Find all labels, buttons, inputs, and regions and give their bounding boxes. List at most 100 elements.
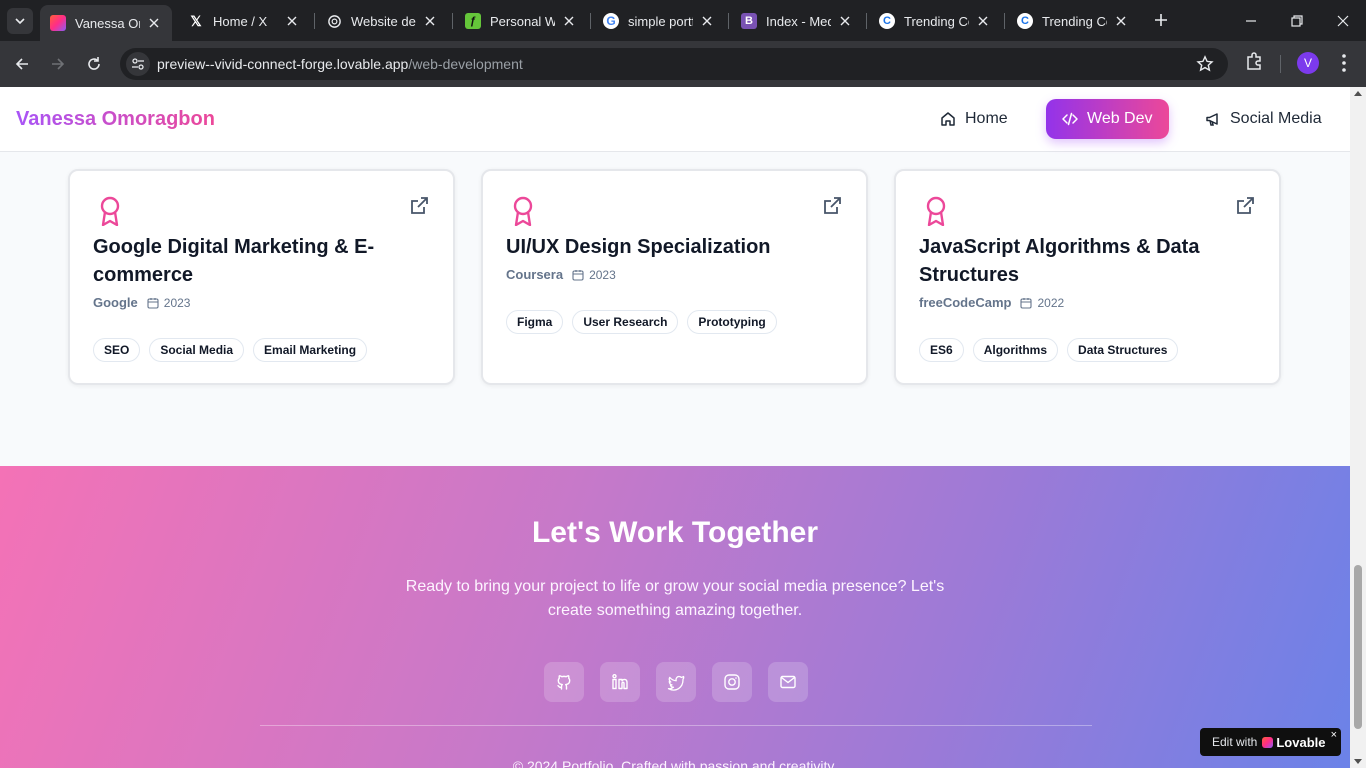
extensions-button[interactable]	[1244, 51, 1264, 76]
badge-close-icon[interactable]: ×	[1331, 729, 1337, 741]
nav-home[interactable]: Home	[924, 99, 1024, 139]
google-g-logo-icon: G	[603, 13, 619, 29]
puzzle-icon	[1247, 52, 1261, 70]
site-info-button[interactable]	[126, 52, 150, 76]
nav-social-media[interactable]: Social Media	[1189, 99, 1338, 139]
tab-divider	[728, 13, 729, 29]
tune-icon	[132, 58, 144, 70]
skill-tag: Figma	[506, 310, 564, 334]
tab-title: Vanessa Omo	[75, 15, 140, 31]
plus-icon	[1155, 14, 1167, 26]
certification-title: JavaScript Algorithms & Data Structures	[919, 236, 1200, 286]
home-icon	[941, 112, 955, 126]
twitter-link[interactable]	[656, 662, 696, 702]
badge-prefix: Edit with	[1212, 735, 1258, 749]
browser-tab[interactable]: C Trending Col	[1007, 5, 1139, 37]
tab-search-button[interactable]	[7, 8, 33, 34]
skill-tag: Social Media	[149, 338, 245, 362]
profile-avatar[interactable]: V	[1297, 52, 1319, 74]
certification-card: JavaScript Algorithms & Data Structures …	[894, 169, 1281, 385]
certification-title: UI/UX Design Specialization	[506, 236, 771, 258]
browser-tab[interactable]: C Trending Col	[869, 5, 1001, 37]
close-tab-icon[interactable]	[146, 15, 162, 31]
skill-tag: SEO	[93, 338, 141, 362]
skill-tag: Algorithms	[972, 338, 1059, 362]
external-link-icon[interactable]	[822, 196, 842, 221]
certification-meta: Google 2023	[93, 295, 190, 310]
twitter-icon	[667, 675, 685, 691]
nav-web-dev[interactable]: Web Dev	[1046, 99, 1169, 139]
tab-divider	[314, 13, 315, 29]
browser-tab[interactable]: ƒ Personal We	[455, 5, 587, 37]
openai-logo-icon	[326, 13, 342, 29]
nav-label: Web Dev	[1087, 110, 1153, 127]
forward-button[interactable]	[45, 51, 71, 77]
minimize-icon	[1246, 20, 1256, 22]
close-tab-icon[interactable]	[699, 13, 715, 29]
browser-tab[interactable]: B Index - Medi	[731, 5, 863, 37]
instagram-link[interactable]	[712, 662, 752, 702]
url-text: preview--vivid-connect-forge.lovable.app…	[157, 56, 523, 72]
site-header: Vanessa Omoragbon Home Web Dev Social Me…	[0, 87, 1350, 152]
restore-icon	[1291, 15, 1303, 27]
certification-card: UI/UX Design Specialization Coursera 202…	[481, 169, 868, 385]
browser-tab[interactable]: Vanessa Omo	[40, 5, 172, 41]
close-tab-icon[interactable]	[561, 13, 577, 29]
tab-title: Trending Col	[904, 13, 969, 29]
bootstrap-logo-icon: B	[741, 13, 757, 29]
coolors-logo-icon: C	[1017, 13, 1033, 29]
tab-title: Personal We	[490, 13, 555, 29]
arrow-left-icon	[15, 58, 28, 70]
restore-button[interactable]	[1284, 8, 1310, 34]
close-tab-icon[interactable]	[975, 13, 991, 29]
lovable-heart-icon	[1262, 736, 1274, 748]
page-viewport: Google Digital Marketing & E-commerce Go…	[0, 87, 1350, 768]
tab-title: Trending Col	[1042, 13, 1107, 29]
certification-year: 2023	[589, 267, 616, 282]
tab-title: Index - Medi	[766, 13, 831, 29]
bookmark-button[interactable]	[1196, 55, 1214, 78]
page-scrollbar[interactable]	[1350, 87, 1366, 768]
nav-label: Social Media	[1230, 110, 1322, 127]
back-button[interactable]	[9, 51, 35, 77]
scrollbar-thumb[interactable]	[1354, 565, 1362, 729]
close-icon	[1337, 15, 1349, 27]
reload-icon	[88, 57, 100, 70]
new-tab-button[interactable]	[1150, 9, 1172, 31]
cta-heading: Let's Work Together	[531, 516, 819, 549]
code-icon	[1062, 112, 1078, 126]
reload-button[interactable]	[81, 51, 107, 77]
scroll-down-arrow-icon[interactable]	[1354, 759, 1362, 764]
coolors-logo-icon: C	[879, 13, 895, 29]
close-tab-icon[interactable]	[1113, 13, 1129, 29]
github-link[interactable]	[544, 662, 584, 702]
calendar-icon	[1020, 297, 1033, 309]
browser-tab[interactable]: 𝕏 Home / X	[178, 5, 310, 37]
email-link[interactable]	[768, 662, 808, 702]
certification-card: Google Digital Marketing & E-commerce Go…	[68, 169, 455, 385]
close-tab-icon[interactable]	[284, 13, 300, 29]
browser-tab[interactable]: Website desi	[316, 5, 448, 37]
site-brand[interactable]: Vanessa Omoragbon	[16, 108, 215, 131]
address-bar[interactable]: preview--vivid-connect-forge.lovable.app…	[120, 48, 1228, 80]
skill-tag: ES6	[919, 338, 964, 362]
url-host: preview--vivid-connect-forge.lovable.app	[157, 56, 409, 72]
close-tab-icon[interactable]	[422, 13, 438, 29]
minimize-button[interactable]	[1238, 8, 1264, 34]
skill-tag: Data Structures	[1067, 338, 1179, 362]
tag-list: Figma User Research Prototyping	[506, 310, 777, 334]
linkedin-icon	[612, 674, 628, 690]
external-link-icon[interactable]	[1235, 196, 1255, 221]
browser-menu-button[interactable]	[1335, 52, 1353, 79]
tab-title: Home / X	[213, 13, 268, 29]
edit-with-lovable-badge[interactable]: Edit with Lovable ×	[1200, 728, 1341, 756]
scroll-up-arrow-icon[interactable]	[1354, 91, 1362, 96]
browser-tab[interactable]: G simple portfo	[593, 5, 725, 37]
close-tab-icon[interactable]	[837, 13, 853, 29]
close-window-button[interactable]	[1330, 8, 1356, 34]
megaphone-icon	[1206, 113, 1218, 126]
award-icon	[923, 196, 949, 231]
external-link-icon[interactable]	[409, 196, 429, 221]
linkedin-link[interactable]	[600, 662, 640, 702]
tab-title: simple portfo	[628, 13, 693, 29]
